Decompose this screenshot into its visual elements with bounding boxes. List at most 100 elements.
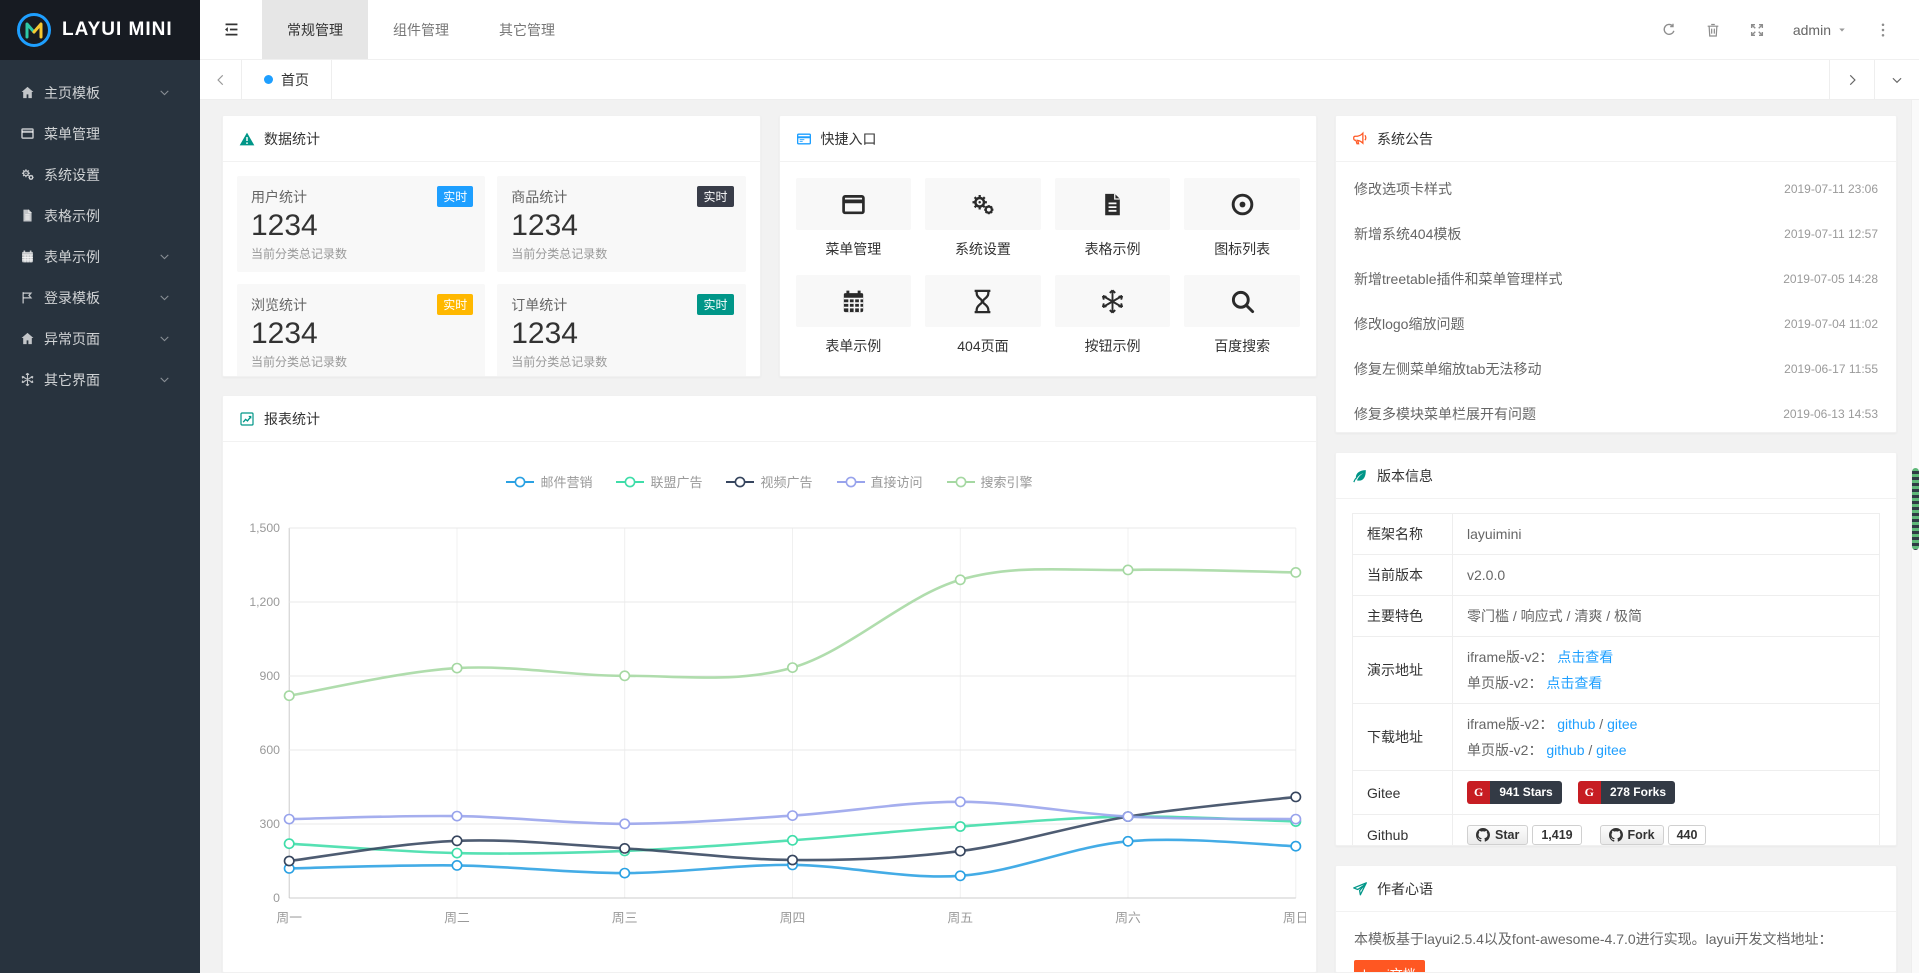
- realtime-badge: 实时: [697, 186, 733, 207]
- sidebar-item-table-demo[interactable]: 表格示例: [0, 195, 200, 236]
- sidebar-item-form-demo[interactable]: 表单示例: [0, 236, 200, 277]
- sidebar-item-other-ui[interactable]: 其它界面: [0, 359, 200, 400]
- layui-logo-icon: [16, 12, 52, 48]
- stat-card-users: 用户统计 1234 当前分类总记录数 实时: [237, 176, 485, 272]
- svg-text:周六: 周六: [1115, 911, 1141, 925]
- stats-panel: 数据统计 用户统计 1234 当前分类总记录数 实时 商品统计 1234 当前分…: [222, 115, 761, 377]
- svg-text:周三: 周三: [612, 911, 638, 925]
- table-row: Github Star 1,419 Fork 440: [1353, 815, 1880, 847]
- announcement-time: 2019-07-04 11:02: [1784, 317, 1878, 331]
- page-scrollbar: [1911, 100, 1919, 973]
- main-content: 数据统计 用户统计 1234 当前分类总记录数 实时 商品统计 1234 当前分…: [200, 100, 1911, 973]
- gears-icon: [925, 178, 1041, 230]
- dot-circle-icon: [1184, 178, 1300, 230]
- sidebar-item-system-settings[interactable]: 系统设置: [0, 154, 200, 195]
- quick-item-button-demo[interactable]: 按钮示例: [1055, 275, 1171, 356]
- framework-name: layuimini: [1453, 514, 1880, 555]
- quick-item-icon-list[interactable]: 图标列表: [1184, 178, 1300, 259]
- current-version: v2.0.0: [1453, 555, 1880, 596]
- sidebar-collapse-button[interactable]: [200, 0, 262, 59]
- stat-card-goods: 商品统计 1234 当前分类总记录数 实时: [497, 176, 745, 272]
- scrollbar-thumb[interactable]: [1912, 468, 1919, 550]
- panel-title: 快捷入口: [821, 129, 877, 149]
- demo-onepage-link[interactable]: 点击查看: [1546, 675, 1602, 691]
- download-gitee-link[interactable]: gitee: [1607, 716, 1637, 732]
- svg-text:0: 0: [273, 891, 280, 905]
- fullscreen-icon[interactable]: [1735, 0, 1779, 60]
- top-header: 常规管理 组件管理 其它管理 admin: [200, 0, 1919, 60]
- stat-card-orders: 订单统计 1234 当前分类总记录数 实时: [497, 284, 745, 377]
- more-vertical-icon[interactable]: [1861, 0, 1905, 60]
- github-fork-button[interactable]: Fork: [1600, 825, 1664, 845]
- author-text: 本模板基于layui2.5.4以及font-awesome-4.7.0进行实现。…: [1354, 926, 1878, 953]
- tab-scroll-left-button[interactable]: [200, 60, 242, 99]
- file-text-icon: [20, 208, 44, 223]
- gitee-stars-badge[interactable]: G941 Stars: [1467, 781, 1562, 804]
- refresh-icon[interactable]: [1647, 0, 1691, 60]
- quick-item-system-settings[interactable]: 系统设置: [925, 178, 1041, 259]
- legend-item[interactable]: 联盟广告: [616, 472, 702, 491]
- gitee-forks-badge[interactable]: G278 Forks: [1578, 781, 1675, 804]
- table-row: Gitee G941 Stars G278 Forks: [1353, 771, 1880, 815]
- stat-value: 1234: [251, 315, 471, 353]
- github-star-count[interactable]: 1,419: [1532, 825, 1581, 845]
- github-fork-count[interactable]: 440: [1668, 825, 1707, 845]
- sidebar-item-home-template[interactable]: 主页模板: [0, 72, 200, 113]
- hourglass-icon: [925, 275, 1041, 327]
- header-tab-general[interactable]: 常规管理: [262, 0, 368, 59]
- warning-triangle-icon: [239, 131, 255, 147]
- quick-item-form-demo[interactable]: 表单示例: [796, 275, 912, 356]
- paper-plane-icon: [1352, 881, 1368, 897]
- announcement-panel: 系统公告 修改选项卡样式 2019-07-11 23:06 新增系统404模板 …: [1335, 115, 1897, 433]
- layui-doc-badge[interactable]: layui文档: [1354, 960, 1425, 973]
- legend-item[interactable]: 直接访问: [837, 472, 923, 491]
- legend-marker-icon: [837, 476, 865, 488]
- download-gitee-link[interactable]: gitee: [1596, 742, 1626, 758]
- announcement-row: 新增系统404模板 2019-07-11 12:57: [1354, 211, 1878, 256]
- realtime-badge: 实时: [437, 294, 473, 315]
- panel-title: 版本信息: [1377, 466, 1433, 486]
- svg-text:周日: 周日: [1283, 911, 1306, 925]
- credit-card-icon: [796, 131, 812, 147]
- github-star-button[interactable]: Star: [1467, 825, 1528, 845]
- stat-value: 1234: [251, 207, 471, 245]
- legend-item[interactable]: 视频广告: [726, 472, 812, 491]
- snowflake-icon: [1055, 275, 1171, 327]
- sidebar-item-error-pages[interactable]: 异常页面: [0, 318, 200, 359]
- sidebar: LAYUI MINI 主页模板 菜单管理 系统设置 表格示例 表单示例 登录模板: [0, 0, 200, 973]
- author-panel: 作者心语 本模板基于layui2.5.4以及font-awesome-4.7.0…: [1335, 865, 1897, 973]
- line-chart: 03006009001,2001,500周一周二周三周四周五周六周日: [233, 513, 1306, 953]
- tab-operations-dropdown[interactable]: [1874, 60, 1919, 99]
- svg-text:600: 600: [260, 743, 281, 757]
- tab-home[interactable]: 首页: [242, 60, 332, 99]
- download-github-link[interactable]: github: [1557, 716, 1595, 732]
- home-icon: [20, 85, 44, 100]
- quick-item-menu-manage[interactable]: 菜单管理: [796, 178, 912, 259]
- github-icon: [1476, 828, 1490, 842]
- quick-item-table-demo[interactable]: 表格示例: [1055, 178, 1171, 259]
- user-menu[interactable]: admin: [1779, 0, 1861, 60]
- legend-item[interactable]: 搜索引擎: [947, 472, 1033, 491]
- svg-text:900: 900: [260, 669, 281, 683]
- quick-item-baidu-search[interactable]: 百度搜索: [1184, 275, 1300, 356]
- logo[interactable]: LAYUI MINI: [0, 0, 200, 60]
- panel-title: 作者心语: [1377, 879, 1433, 899]
- announcement-row: 新增treetable插件和菜单管理样式 2019-07-05 14:28: [1354, 256, 1878, 301]
- header-tab-other[interactable]: 其它管理: [474, 0, 580, 59]
- demo-iframe-link[interactable]: 点击查看: [1557, 649, 1613, 665]
- announcement-row: 修改logo缩放问题 2019-07-04 11:02: [1354, 301, 1878, 346]
- clear-cache-icon[interactable]: [1691, 0, 1735, 60]
- sidebar-item-login-template[interactable]: 登录模板: [0, 277, 200, 318]
- file-text-icon: [1055, 178, 1171, 230]
- svg-text:1,200: 1,200: [249, 595, 280, 609]
- quick-item-404-page[interactable]: 404页面: [925, 275, 1041, 356]
- legend-marker-icon: [726, 476, 754, 488]
- header-tab-components[interactable]: 组件管理: [368, 0, 474, 59]
- sidebar-item-menu-manage[interactable]: 菜单管理: [0, 113, 200, 154]
- tab-scroll-right-button[interactable]: [1829, 60, 1874, 99]
- legend-item[interactable]: 邮件营销: [506, 472, 592, 491]
- svg-text:1,500: 1,500: [249, 521, 280, 535]
- chevron-down-icon: [158, 250, 182, 263]
- download-github-link[interactable]: github: [1546, 742, 1584, 758]
- search-icon: [1184, 275, 1300, 327]
